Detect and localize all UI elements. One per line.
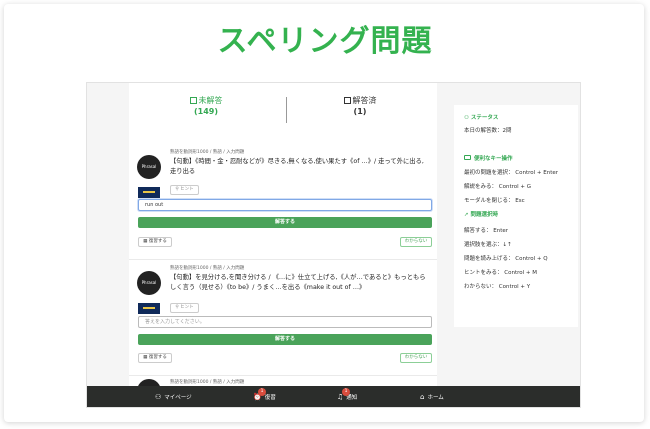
review-label: 復習する — [148, 355, 167, 360]
nav-notify-label: 通知 — [346, 395, 358, 401]
question-text: 【句動】《時間・金・忍耐などが》尽きる,無くなる,使い果たす《of …》/ 走っ… — [170, 158, 424, 175]
home-icon: ⌂ — [420, 393, 425, 401]
hint-button[interactable]: ⚲ ヒント — [170, 185, 199, 195]
submit-button[interactable]: 解答する — [138, 217, 432, 228]
review-label: 復習する — [148, 239, 167, 244]
hint-button[interactable]: ⚲ ヒント — [170, 303, 199, 313]
review-badge: 1 — [258, 388, 266, 396]
dont-know-button[interactable]: わからない — [400, 353, 432, 363]
tab-unanswered-count: (149) — [193, 107, 218, 116]
app-screen: 未解答 (149) 解答済 (1) Phrasal 熟語を動詞形1000 / 熟… — [86, 82, 581, 408]
shortcut-item: わからない： Control + Y — [464, 284, 531, 290]
avatar: Phrasal — [137, 271, 161, 295]
nav-review-label: 復習 — [264, 395, 276, 401]
question-meta: 熟語を動詞形1000 / 熟語 / 入力問題 — [170, 266, 245, 271]
shortcut-item: 最初の問題を選択： Control + Enter — [464, 170, 558, 176]
nav-review[interactable]: ⏰ 1 復習 — [253, 388, 276, 401]
select-title: ➚ 問題選択時 — [464, 211, 498, 219]
question-card: Phrasal 熟語を動詞形1000 / 熟語 / 入力問題 【句動】を見分ける… — [129, 263, 437, 373]
submit-button[interactable]: 解答する — [138, 334, 432, 345]
review-button[interactable]: ▦ 復習する — [138, 237, 172, 247]
answer-input[interactable]: 答えを入力してください。 — [138, 316, 432, 328]
question-text: 【句動】を見分ける,を聞き分ける / 《…に》仕立て上げる,《人が…であると》も… — [170, 274, 426, 291]
user-icon: ⚇ — [155, 393, 162, 401]
nav-home[interactable]: ⌂ ホーム — [420, 393, 444, 401]
alarm-icon-wrap: ⏰ 1 — [253, 388, 266, 401]
checkbox-checked-icon — [343, 97, 351, 104]
book-cover-image — [138, 187, 160, 198]
notify-badge: 1 — [342, 388, 350, 396]
user-icon: ⚇ — [464, 115, 471, 121]
shortcut-item: 解説をみる： Control + G — [464, 184, 531, 190]
shortcut-item: 問題を読み上げる： Control + Q — [464, 256, 548, 262]
question-card: 熟語を動詞形1000 / 熟語 / 入力問題 — [129, 377, 437, 403]
checkbox-empty-icon — [189, 97, 197, 104]
tab-answered[interactable]: 解答済 (1) — [283, 95, 437, 117]
book-cover-image — [138, 303, 160, 314]
page-title: スペリング問題 — [217, 24, 433, 59]
status-title: ⚇ ステータス — [464, 114, 498, 122]
answer-input[interactable]: run out — [138, 199, 432, 211]
tab-answered-label: 解答済 — [352, 96, 377, 105]
hint-label: ヒント — [180, 305, 194, 310]
sidebar: ⚇ ステータス 本日の解答数：2問 便利なキー操作 最初の問題を選択： Cont… — [454, 105, 578, 327]
tab-unanswered-label: 未解答 — [198, 96, 223, 105]
divider — [129, 259, 437, 260]
review-button[interactable]: ▦ 復習する — [138, 353, 172, 363]
nav-home-label: ホーム — [427, 395, 444, 401]
nav-notify[interactable]: ♫ 1 通知 — [337, 388, 358, 401]
nav-mypage-label: マイページ — [164, 395, 192, 401]
tabs: 未解答 (149) 解答済 (1) — [129, 95, 437, 123]
tab-answered-count: (1) — [353, 107, 367, 116]
question-meta: 熟語を動詞形1000 / 熟語 / 入力問題 — [170, 380, 245, 385]
shortcut-item: 選択肢を選ぶ：↓↑ — [464, 242, 512, 248]
question-list-panel: 未解答 (149) 解答済 (1) Phrasal 熟語を動詞形1000 / 熟… — [129, 83, 437, 403]
tab-unanswered[interactable]: 未解答 (149) — [129, 95, 283, 117]
dont-know-button[interactable]: わからない — [400, 237, 432, 247]
bell-icon-wrap: ♫ 1 — [337, 388, 350, 401]
select-title-label: 問題選択時 — [470, 212, 499, 218]
question-meta: 熟語を動詞形1000 / 熟語 / 入力問題 — [170, 150, 245, 155]
bottom-nav: ⚇ マイページ ⏰ 1 復習 ♫ 1 通知 ⌂ ホーム — [87, 386, 580, 407]
hint-label: ヒント — [180, 187, 194, 192]
tab-divider — [286, 97, 287, 123]
shortcut-item: モーダルを閉じる： Esc — [464, 198, 525, 204]
keys-title: 便利なキー操作 — [464, 155, 513, 163]
keyboard-icon — [464, 155, 471, 160]
status-line: 本日の解答数：2問 — [464, 128, 512, 134]
divider — [129, 375, 437, 376]
shortcut-item: 解答する： Enter — [464, 228, 509, 234]
avatar: Phrasal — [137, 155, 161, 179]
keys-title-label: 便利なキー操作 — [474, 156, 513, 162]
shortcut-item: ヒントをみる： Control + M — [464, 270, 537, 276]
question-card: Phrasal 熟語を動詞形1000 / 熟語 / 入力問題 【句動】《時間・金… — [129, 147, 437, 257]
status-title-label: ステータス — [470, 115, 499, 121]
nav-mypage[interactable]: ⚇ マイページ — [155, 393, 192, 401]
